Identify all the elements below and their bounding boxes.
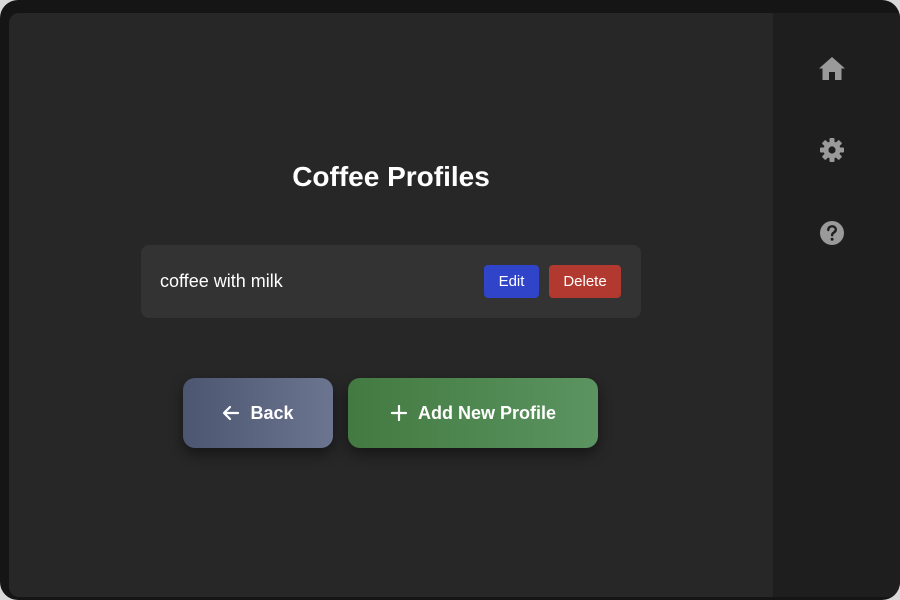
delete-profile-button[interactable]: Delete <box>549 265 621 298</box>
home-icon[interactable] <box>818 54 846 82</box>
add-new-profile-button[interactable]: Add New Profile <box>348 378 598 448</box>
gear-icon[interactable] <box>818 136 846 164</box>
profile-card: coffee with milk Edit Delete <box>141 245 641 318</box>
help-icon[interactable] <box>818 219 846 247</box>
add-new-profile-label: Add New Profile <box>417 402 556 423</box>
plus-icon <box>390 404 408 422</box>
main-screen: Coffee Profiles coffee with milk Edit De… <box>9 13 773 597</box>
arrow-left-icon <box>222 404 240 422</box>
sidebar <box>773 13 900 597</box>
back-label: Back <box>250 402 294 423</box>
profile-name: coffee with milk <box>160 271 283 291</box>
device-frame: Coffee Profiles coffee with milk Edit De… <box>0 0 900 600</box>
page-title: Coffee Profiles <box>292 161 490 192</box>
edit-profile-button[interactable]: Edit <box>484 265 539 298</box>
back-button[interactable]: Back <box>183 378 333 448</box>
